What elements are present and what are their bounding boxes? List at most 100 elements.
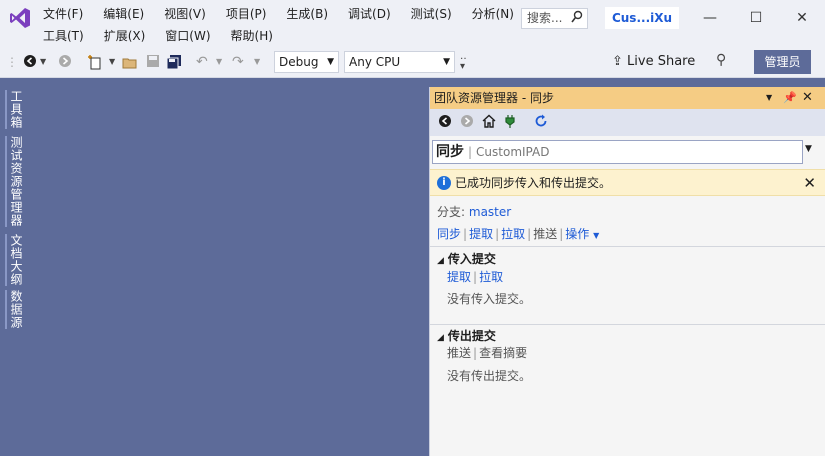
menu-help[interactable]: 帮助(H) [231,27,273,45]
collapse-triangle-icon: ◢ [437,333,444,343]
menu-project[interactable]: 项目(P) [226,5,267,23]
platform-value: Any CPU [349,55,401,69]
menu-window[interactable]: 窗口(W) [165,27,210,45]
actions-menu[interactable]: 操作 ▼ [565,227,599,241]
pin-icon[interactable]: 📌 [783,89,797,107]
outgoing-title: 传出提交 [447,329,496,343]
menu-view[interactable]: 视图(V) [164,5,206,23]
back-icon[interactable] [438,114,452,133]
open-folder-icon[interactable] [122,54,138,74]
menu-extensions[interactable]: 扩展(X) [104,27,146,45]
chevron-down-icon: ▼ [593,231,600,240]
undo-dropdown-icon[interactable]: ▼ [216,54,222,70]
feedback-icon[interactable]: ⚲ [716,52,726,68]
close-notification-icon[interactable]: ✕ [803,174,816,192]
separator: | [473,270,478,284]
minimize-button[interactable]: — [700,8,720,28]
close-panel-icon[interactable]: ✕ [802,89,813,107]
team-explorer-panel: 团队资源管理器 - 同步 ▼ 📌 ✕ 同步 | CustomIPAD ▼ i 已成功… [429,87,825,456]
forward-icon[interactable] [460,114,474,133]
incoming-title: 传入提交 [447,252,496,266]
page-separator: | [468,145,473,159]
tab-test-explorer[interactable]: 测试资源管理器 [5,136,25,227]
menu-edit[interactable]: 编辑(E) [103,5,144,23]
page-selector[interactable]: 同步 | CustomIPAD [432,140,803,164]
admin-badge[interactable]: 管理员 [754,50,811,74]
live-share-button[interactable]: ⇪ Live Share [612,54,695,70]
home-icon[interactable] [482,114,496,133]
section-divider [430,246,825,247]
tab-document-outline[interactable]: 文档大纲 [5,234,25,286]
back-icon[interactable] [23,54,37,72]
menu-debug[interactable]: 调试(D) [348,5,391,23]
window-position-icon[interactable]: ▼ [766,89,772,107]
connect-icon[interactable] [504,114,516,133]
live-share-label: Live Share [627,54,696,69]
sync-link[interactable]: 同步 [437,227,461,241]
close-button[interactable]: ✕ [792,8,812,28]
left-tool-tabs: 工具箱 测试资源管理器 文档大纲 数据源 [0,84,26,456]
outgoing-commits-header[interactable]: ◢ 传出提交 [437,328,496,346]
incoming-empty-text: 没有传入提交。 [447,292,532,306]
fetch-link[interactable]: 提取 [469,227,493,241]
branch-link[interactable]: master [469,205,511,219]
save-all-icon[interactable] [166,54,182,74]
menu-build[interactable]: 生成(B) [286,5,328,23]
separator: | [495,227,500,241]
visual-studio-logo-icon[interactable] [8,6,32,30]
forward-icon[interactable] [58,54,72,72]
maximize-button[interactable]: ☐ [746,8,766,28]
redo-icon[interactable]: ↷ [232,54,244,70]
save-icon[interactable] [146,54,160,72]
actions-menu-label: 操作 [565,227,590,241]
new-project-icon[interactable] [87,54,103,74]
tab-toolbox[interactable]: 工具箱 [5,90,25,129]
outgoing-actions: 推送 | 查看摘要 [447,345,527,361]
separator: | [473,346,478,360]
live-share-icon: ⇪ [612,54,623,69]
solution-configuration-select[interactable]: Debug ▼ [274,51,339,73]
toolbar-overflow-icon[interactable]: ‥ ▾ [460,52,467,72]
tab-data-sources[interactable]: 数据源 [5,290,25,329]
refresh-icon[interactable] [534,114,548,133]
panel-title-bar: 团队资源管理器 - 同步 ▼ 📌 ✕ [430,87,825,109]
sync-actions: 同步 | 提取 | 拉取 | 推送 | 操作 ▼ [437,226,599,244]
undo-icon[interactable]: ↶ [196,54,208,70]
incoming-commits-header[interactable]: ◢ 传入提交 [437,251,496,269]
new-dropdown-icon[interactable]: ▼ [109,54,115,70]
search-box[interactable]: 搜索... [521,8,588,29]
incoming-fetch-link[interactable]: 提取 [447,270,471,284]
info-icon: i [437,176,451,190]
menu-analyze[interactable]: 分析(N) [472,5,514,23]
notification-bar: i 已成功同步传入和传出提交。 ✕ [430,169,825,196]
page-dropdown-icon[interactable]: ▼ [805,144,812,154]
configuration-value: Debug [279,55,319,69]
panel-title: 团队资源管理器 - 同步 [434,91,554,105]
repository-name: CustomIPAD [476,145,550,159]
incoming-actions: 提取 | 拉取 [447,269,503,285]
pull-link[interactable]: 拉取 [501,227,525,241]
toolbar-grip-icon: ⋮ [6,55,18,69]
solution-name-badge: Cus...iXu [605,7,679,29]
standard-toolbar: ⋮ ▼ ▼ ↶ ▼ ↷ ▼ Debug ▼ Any CPU ▼ ‥ ▾ ⇪ Liv… [0,46,825,78]
solution-platform-select[interactable]: Any CPU ▼ [344,51,455,73]
incoming-pull-link[interactable]: 拉取 [479,270,503,284]
push-link[interactable]: 推送 [533,227,557,241]
menu-file[interactable]: 文件(F) [43,5,83,23]
menu-tools[interactable]: 工具(T) [43,27,84,45]
menu-test[interactable]: 测试(S) [411,5,452,23]
chevron-down-icon: ▼ [327,57,334,67]
separator: | [527,227,532,241]
team-explorer-nav-bar [430,109,825,136]
outgoing-empty-text: 没有传出提交。 [447,369,532,383]
search-placeholder: 搜索... [527,11,563,25]
view-summary-link[interactable]: 查看摘要 [479,346,527,360]
menu-bar-row-1: 文件(F) 编辑(E) 视图(V) 项目(P) 生成(B) 调试(D) 测试(S… [43,5,534,23]
branch-label: 分支: [437,205,466,219]
branch-row: 分支: master [437,204,511,220]
redo-dropdown-icon[interactable]: ▼ [254,54,260,70]
outgoing-push-link[interactable]: 推送 [447,346,471,360]
back-dropdown-icon[interactable]: ▼ [40,54,46,70]
chevron-down-icon: ▼ [443,57,450,67]
section-divider [430,324,825,325]
